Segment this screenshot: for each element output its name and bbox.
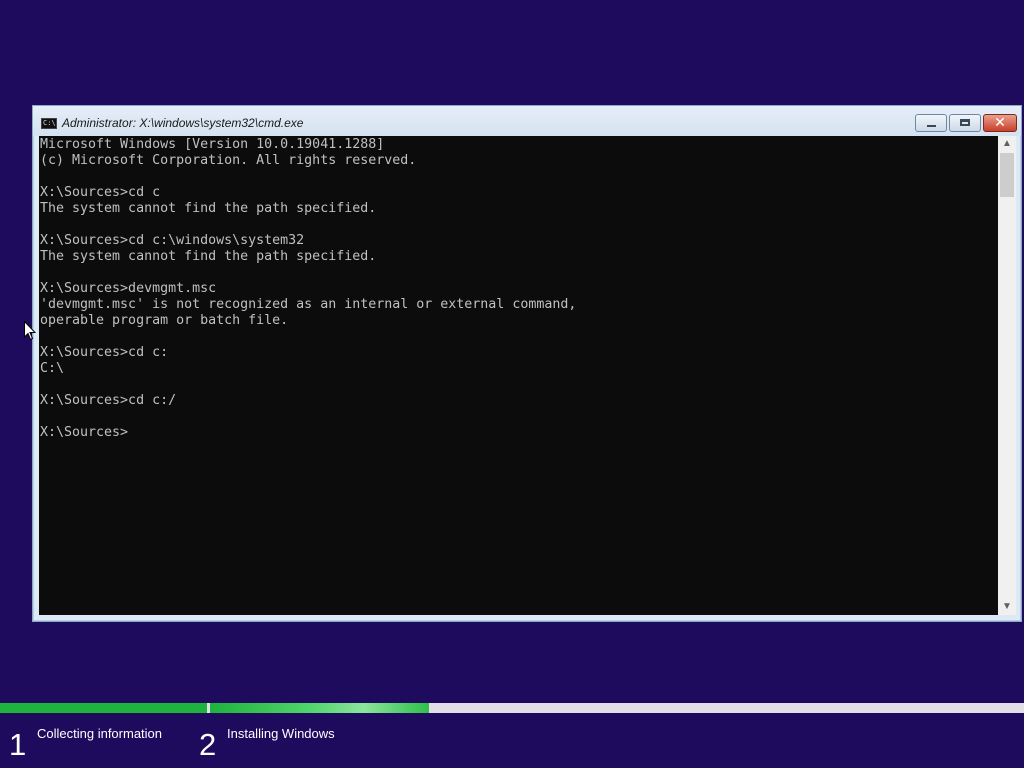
maximize-button[interactable] bbox=[949, 114, 981, 132]
progress-step-1-fill bbox=[0, 703, 207, 713]
window-title: Administrator: X:\windows\system32\cmd.e… bbox=[62, 116, 304, 130]
maximize-icon bbox=[960, 119, 970, 126]
cmd-window[interactable]: C:\ Administrator: X:\windows\system32\c… bbox=[32, 105, 1022, 622]
title-bar[interactable]: C:\ Administrator: X:\windows\system32\c… bbox=[33, 106, 1021, 136]
mouse-cursor-icon bbox=[24, 321, 36, 341]
console-icon: C:\ bbox=[41, 118, 57, 129]
scroll-thumb[interactable] bbox=[1000, 153, 1014, 197]
scroll-up-button[interactable]: ▲ bbox=[998, 136, 1016, 152]
setup-progress-bar bbox=[0, 703, 1024, 713]
progress-step-2-fill bbox=[210, 703, 429, 713]
console-output[interactable]: Microsoft Windows [Version 10.0.19041.12… bbox=[39, 136, 998, 441]
minimize-icon bbox=[927, 125, 936, 127]
vertical-scrollbar[interactable]: ▲ ▼ bbox=[998, 136, 1016, 615]
close-button[interactable]: ✕ bbox=[983, 114, 1017, 132]
step-2-number: 2 bbox=[199, 727, 217, 762]
step-1-label: Collecting information bbox=[37, 726, 163, 741]
minimize-button[interactable] bbox=[915, 114, 947, 132]
scroll-down-button[interactable]: ▼ bbox=[998, 599, 1016, 615]
console-area[interactable]: Microsoft Windows [Version 10.0.19041.12… bbox=[39, 136, 998, 615]
step-1-number: 1 bbox=[9, 727, 27, 762]
step-2-label: Installing Windows bbox=[227, 726, 335, 741]
close-icon: ✕ bbox=[994, 115, 1006, 131]
